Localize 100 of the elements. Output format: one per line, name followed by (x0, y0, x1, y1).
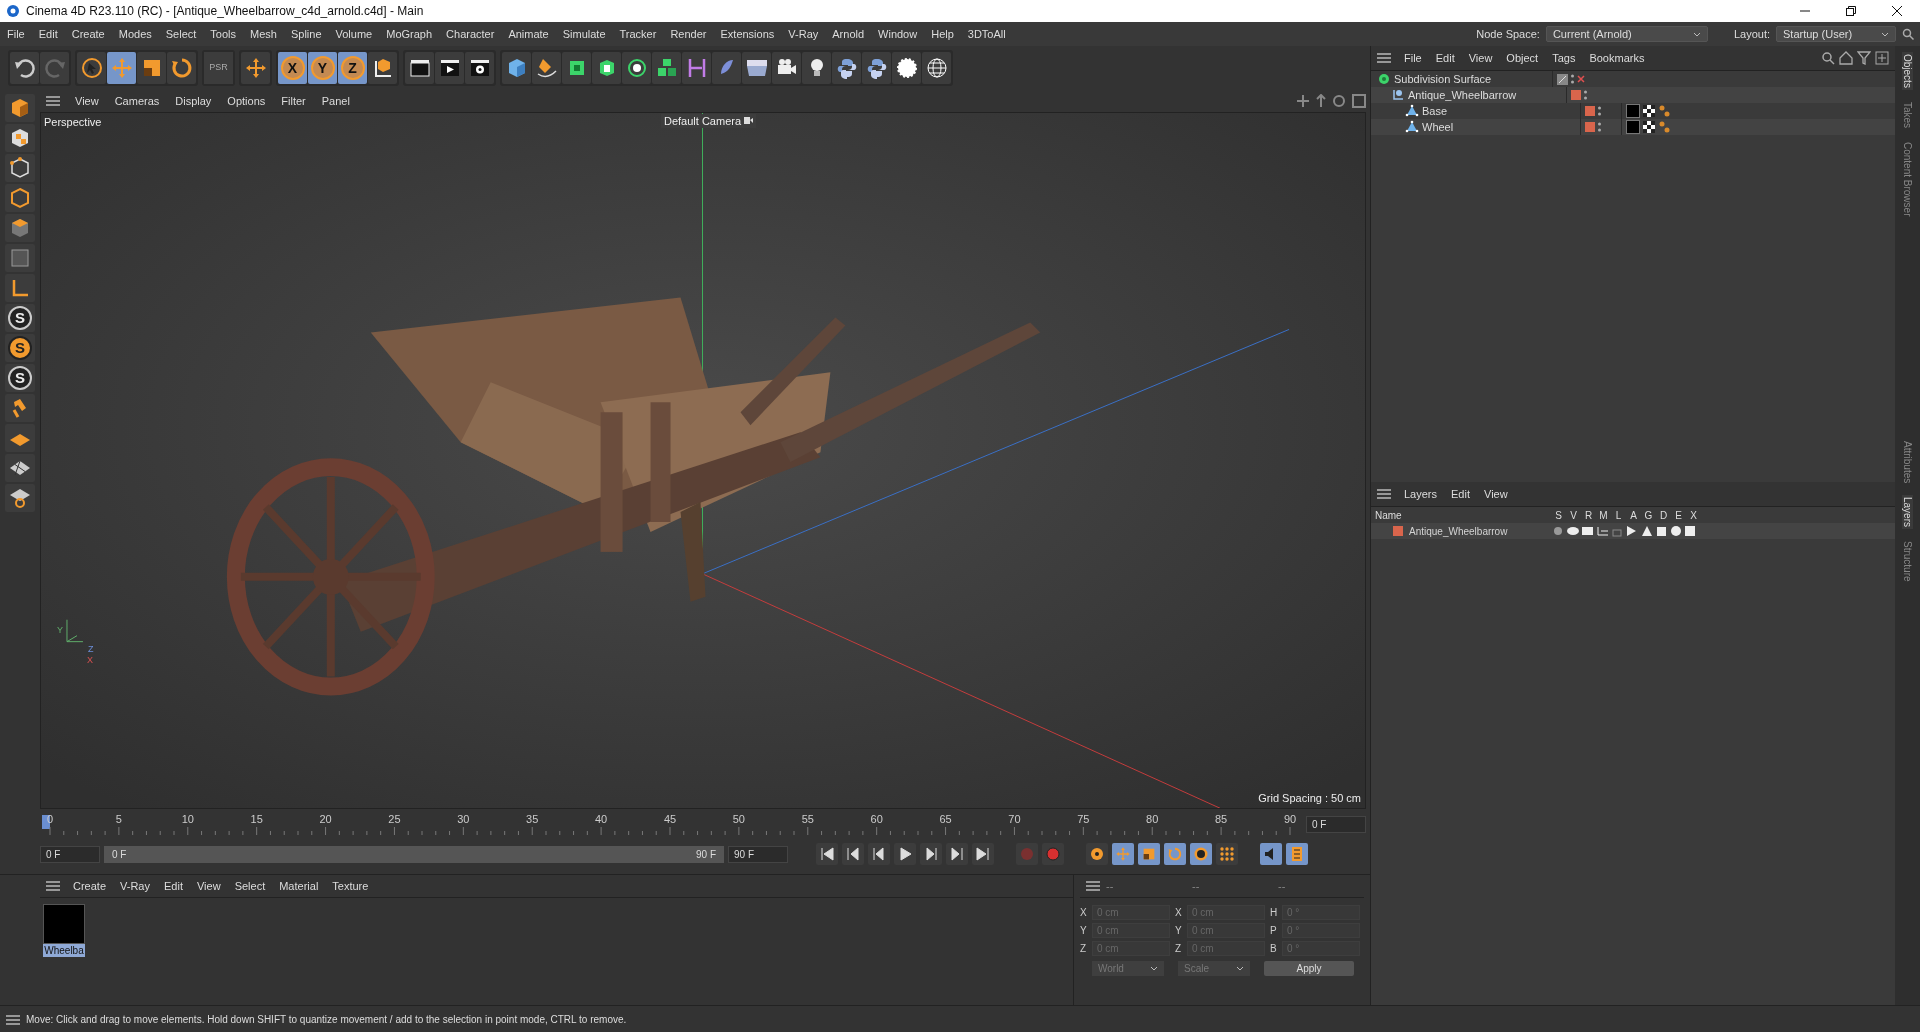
grid-plane-icon[interactable] (5, 423, 35, 452)
python-icon[interactable] (862, 51, 891, 84)
uv-tag-icon[interactable] (1658, 121, 1670, 133)
status-menu-icon[interactable] (6, 1014, 20, 1025)
key-move-icon[interactable] (1112, 843, 1134, 866)
menu-item[interactable]: V-Ray (113, 880, 157, 893)
cube-icon[interactable] (502, 51, 531, 84)
gear-clapper-icon[interactable] (465, 51, 494, 84)
undo-icon[interactable] (10, 51, 39, 84)
starburst-icon[interactable] (892, 51, 921, 84)
coordinate-system-icon[interactable] (368, 51, 397, 84)
axis-lock-button[interactable]: Z (338, 51, 367, 84)
menu-item[interactable]: View (189, 880, 228, 893)
texture-icon[interactable] (5, 243, 35, 272)
menu-item[interactable]: Bookmarks (1582, 52, 1652, 64)
object-name[interactable]: Wheel (1422, 121, 1454, 133)
menu-item[interactable]: Filter (274, 94, 313, 107)
box-icon[interactable] (592, 51, 621, 84)
grid-checker-icon[interactable] (5, 453, 35, 482)
menu-item[interactable]: View (1461, 52, 1500, 64)
layout-dropdown[interactable]: Startup (User) (1776, 26, 1896, 42)
apply-button[interactable]: Apply (1264, 961, 1354, 977)
key-param-icon[interactable] (1190, 843, 1212, 866)
checker-cube-icon[interactable] (5, 123, 35, 152)
menu-item[interactable]: File (0, 28, 32, 40)
layer-color-swatch[interactable] (1571, 90, 1581, 100)
menu-item[interactable]: Tracker (612, 28, 664, 40)
visibility-dots-icon[interactable] (1584, 90, 1587, 100)
menu-item[interactable]: Help (924, 28, 961, 40)
side-tab[interactable]: Structure (1902, 538, 1913, 584)
menu-item[interactable]: Edit (1444, 488, 1477, 500)
faces-cube-icon[interactable] (5, 213, 35, 242)
clapper-icon[interactable] (405, 51, 434, 84)
menu-item[interactable]: MoGraph (379, 28, 440, 40)
step-back-icon[interactable] (868, 843, 890, 866)
menu-item[interactable]: Simulate (555, 28, 613, 40)
menu-item[interactable]: Create (64, 28, 112, 40)
menu-item[interactable]: View (1477, 488, 1515, 500)
menu-item[interactable]: Display (168, 94, 219, 107)
menu-item[interactable]: Volume (328, 28, 380, 40)
frame-range-slider[interactable]: 0 F 90 F (104, 845, 724, 863)
menu-icon[interactable] (1086, 881, 1100, 892)
menu-item[interactable]: 3DToAll (960, 28, 1013, 40)
object-name[interactable]: Base (1422, 105, 1448, 117)
play-icon[interactable] (894, 843, 916, 866)
key-gear-icon[interactable] (1086, 843, 1108, 866)
globe-icon[interactable] (922, 51, 951, 84)
material-tag[interactable] (1626, 104, 1640, 118)
psr-button[interactable]: PSR (204, 51, 233, 84)
edges-cube-icon[interactable] (5, 183, 35, 212)
menu-item[interactable]: Layers (1397, 488, 1445, 500)
object-name[interactable]: Subdivision Surface (1394, 73, 1492, 85)
python-icon[interactable] (832, 51, 861, 84)
axis-lock-button[interactable]: X (278, 51, 307, 84)
sound-icon[interactable] (1260, 843, 1282, 866)
autokey-icon[interactable] (1042, 843, 1064, 866)
menu-item[interactable]: Spline (283, 28, 329, 40)
key-scale-icon[interactable] (1138, 843, 1160, 866)
play-clapper-icon[interactable] (435, 51, 464, 84)
menu-item[interactable]: View (68, 94, 106, 107)
cube-frame-icon[interactable] (562, 51, 591, 84)
first-frame-icon[interactable] (816, 843, 838, 866)
menu-icon[interactable] (1377, 489, 1391, 499)
points-cube-icon[interactable] (5, 153, 35, 182)
bracket-icon[interactable] (682, 51, 711, 84)
menu-item[interactable]: Character (439, 28, 502, 40)
start-frame-field[interactable]: 0 F (40, 845, 100, 863)
menu-item[interactable]: Material (272, 880, 326, 893)
node-space-dropdown[interactable]: Current (Arnold) (1545, 26, 1708, 42)
visibility-dots-icon[interactable] (1598, 122, 1601, 132)
axis-corner-icon[interactable] (5, 273, 35, 302)
menu-item[interactable]: Edit (31, 28, 65, 40)
rotate-tool-icon[interactable] (167, 51, 196, 84)
close-icon[interactable] (1892, 6, 1902, 16)
snap-s-button[interactable]: S (5, 303, 35, 332)
deformer-icon[interactable] (712, 51, 741, 84)
menu-item[interactable]: Extensions (713, 28, 782, 40)
menu-item[interactable]: Window (871, 28, 925, 40)
menu-item[interactable]: Create (66, 880, 114, 893)
move-tool-icon[interactable] (107, 51, 136, 84)
layer-name[interactable]: Antique_Wheelbarrow (1409, 525, 1508, 537)
move-tool-icon[interactable] (241, 51, 270, 84)
menu-icon[interactable] (1377, 53, 1391, 63)
light-bulb-icon[interactable] (802, 51, 831, 84)
checker-tag-icon[interactable] (1643, 105, 1655, 117)
menu-item[interactable]: Modes (111, 28, 159, 40)
scale-tool-icon[interactable] (137, 51, 166, 84)
menu-item[interactable]: Mesh (243, 28, 284, 40)
menu-item[interactable]: Edit (157, 880, 190, 893)
uv-tag-icon[interactable] (1658, 105, 1670, 117)
filter-icon[interactable] (1857, 51, 1872, 65)
previous-key-icon[interactable] (842, 843, 864, 866)
menu-item[interactable]: Panel (314, 94, 357, 107)
end-frame-field[interactable]: 90 F (728, 845, 788, 863)
snap-s-button[interactable]: S (5, 333, 35, 362)
menu-item[interactable]: Render (663, 28, 714, 40)
checker-tag-icon[interactable] (1643, 121, 1655, 133)
search-icon[interactable] (1902, 28, 1914, 40)
menu-item[interactable]: Texture (325, 880, 376, 893)
menu-item[interactable]: Tools (203, 28, 244, 40)
